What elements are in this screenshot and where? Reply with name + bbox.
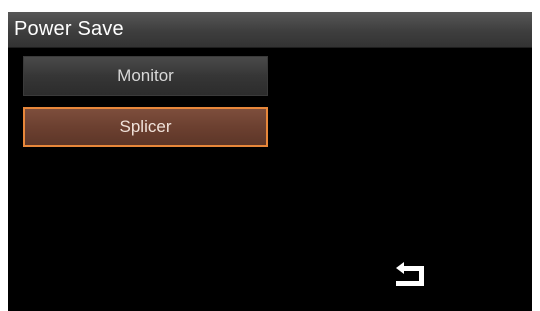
return-arrow-icon: [396, 262, 424, 286]
back-button[interactable]: [388, 262, 432, 294]
splicer-button[interactable]: Splicer: [23, 107, 268, 147]
power-save-screen: Power Save Monitor Splicer: [8, 12, 532, 311]
page-title: Power Save: [14, 18, 124, 40]
splicer-button-label: Splicer: [119, 117, 172, 136]
monitor-button[interactable]: Monitor: [23, 56, 268, 96]
title-bar: Power Save: [8, 12, 532, 48]
monitor-button-label: Monitor: [117, 66, 174, 85]
